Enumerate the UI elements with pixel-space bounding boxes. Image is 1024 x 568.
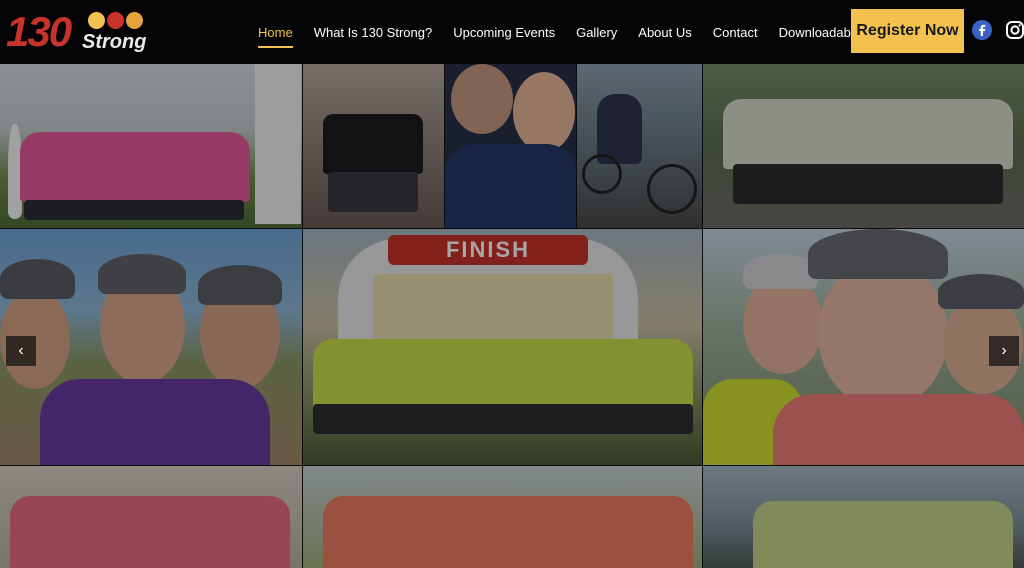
photo-gallery: FINISH ‹ › [0,64,1024,568]
gallery-prev-button[interactable]: ‹ [6,336,36,366]
facebook-icon[interactable] [972,20,992,40]
logo-number: 130 [6,8,72,55]
site-header: 130 Strong Home What Is 130 Strong? Upco… [0,0,1024,64]
gallery-photo-coral-group[interactable] [303,466,702,568]
main-nav: Home What Is 130 Strong? Upcoming Events… [258,0,922,64]
bike-icon [107,12,124,29]
nav-gallery[interactable]: Gallery [576,0,617,64]
gallery-photo-bike-group[interactable] [703,64,1024,228]
chevron-right-icon: › [1001,342,1007,359]
instagram-icon[interactable] [1005,20,1024,40]
nav-what-is[interactable]: What Is 130 Strong? [314,0,433,64]
register-now-button[interactable]: Register Now [851,9,964,53]
gallery-photo-pink-group[interactable] [0,64,302,228]
gallery-photo-mountain-riders[interactable] [703,466,1024,568]
gallery-next-button[interactable]: › [989,336,1019,366]
gallery-photo-kids-bridge[interactable] [303,64,444,228]
gallery-photo-cycling-selfie[interactable] [703,229,1024,465]
site-logo[interactable]: 130 Strong [6,8,156,56]
nav-about-us[interactable]: About Us [638,0,691,64]
nav-contact[interactable]: Contact [713,0,758,64]
logo-sport-icons [88,12,143,29]
gallery-photo-couple-selfie[interactable] [445,64,576,228]
gallery-photo-handcycle[interactable] [577,64,702,228]
gallery-photo-helmet-selfie[interactable] [0,229,302,465]
gallery-photo-family-group[interactable] [0,466,302,568]
nav-home[interactable]: Home [258,0,293,64]
run-icon [126,12,143,29]
nav-upcoming-events[interactable]: Upcoming Events [453,0,555,64]
logo-word: Strong [82,31,147,53]
gallery-photo-finish-line[interactable]: FINISH [303,229,702,465]
chevron-left-icon: ‹ [18,342,24,359]
swim-icon [88,12,105,29]
